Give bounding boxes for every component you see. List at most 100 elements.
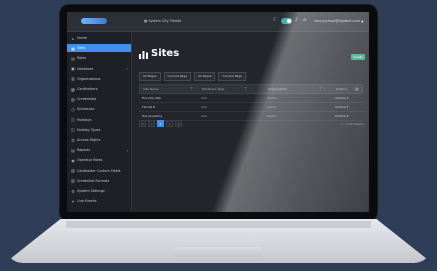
sidebar-item-cardholders[interactable]: ▩ Cardholders [67, 85, 131, 93]
export-tab[interactable]: Current Page [163, 72, 191, 81]
sidebar-item-label: System Settings [77, 189, 105, 193]
sidebar-item-credential-formats[interactable]: ▨ Credential Formats [67, 177, 131, 185]
sidebar-item-label: Cardholders [77, 87, 98, 91]
nav-icon: ▤ [71, 147, 75, 153]
column-site-name[interactable]: Site Name [143, 87, 159, 91]
app-screen: ▦ System City Florida ☾ ♪ ⌂ nancyschool@… [67, 12, 369, 212]
sidebar-item-roles[interactable]: ▤ Roles [67, 54, 131, 62]
sidebar-item-label: Hardware [77, 66, 94, 71]
column-actions: Actions [336, 87, 347, 91]
chevron-icon: ‹ [126, 66, 128, 72]
sidebar-item-holidays[interactable]: ◫ Holidays [67, 116, 131, 124]
site-name-cell: Florida B [142, 105, 156, 109]
nav-icon: ▩ [71, 86, 75, 92]
sidebar-item-sites[interactable]: ▦ Sites [67, 44, 131, 53]
pager-nav-button[interactable]: « [139, 120, 146, 127]
sidebar-item-holiday-types[interactable]: ◫ Holiday Types [67, 126, 131, 134]
nav-icon: ▣ [71, 66, 75, 72]
sidebar-item-label: Cardholder Custom Fields [77, 168, 121, 173]
sidebar-item-hardware[interactable]: ▣ Hardware ‹ [67, 65, 131, 73]
nav-icon: ◉ [71, 157, 75, 163]
sidebar-item-organizations[interactable]: ▥ Organizations [67, 75, 131, 83]
sidebar-item-label: Operator Roles [77, 158, 103, 163]
cart-icon[interactable]: ⌂ [303, 17, 306, 23]
sidebar-item-label: Schedules [77, 107, 95, 112]
sidebar-item-system-settings[interactable]: ⚙ System Settings [67, 187, 131, 195]
sidebar-item-label: Organizations [77, 76, 101, 81]
table-row[interactable]: Florida B ACC Alamo Actions ▾ [139, 103, 363, 112]
bar-chart-icon [139, 51, 148, 59]
sidebar-item-label: Live Events [77, 199, 97, 204]
page-title: Sites [151, 48, 180, 59]
top-bar: ▦ System City Florida ☾ ♪ ⌂ nancyschool@… [67, 12, 369, 32]
trackpad-notch [175, 247, 262, 257]
sidebar-item-label: Credentials [77, 97, 97, 102]
sidebar-item-label: Holidays [77, 117, 92, 122]
filter-icon[interactable]: ⊤ [244, 86, 247, 91]
moon-icon: ☾ [273, 17, 278, 23]
logo [81, 18, 107, 24]
column-organization[interactable]: Organization [268, 87, 287, 91]
grid-icon[interactable]: ▦ [355, 86, 359, 91]
filter-icon[interactable]: ⊤ [190, 86, 193, 91]
nav-icon: ⚿ [71, 137, 75, 143]
sidebar-item-label: Holiday Types [77, 127, 101, 132]
sidebar-item-label: Sites [77, 46, 86, 51]
actions-dropdown[interactable]: Actions ▾ [335, 96, 348, 100]
user-menu[interactable]: nancyschool@digitaut.com ▲ [314, 19, 364, 23]
nav-icon: ✦ [71, 198, 75, 204]
column-hardware-type[interactable]: Hardware Type [202, 87, 224, 91]
sidebar-item-label: Reports [77, 148, 91, 153]
pagination-range: 1 - 3 of 3 items [341, 122, 364, 126]
sidebar-item-credentials[interactable]: ▧ Credentials [67, 95, 131, 103]
nav-icon: ▨ [71, 168, 75, 174]
hardware-type-cell: ACC [201, 114, 208, 118]
sites-table: Site Name ⊤ Hardware Type ⊤ Organization… [139, 84, 363, 121]
nav-icon: ◫ [71, 117, 75, 123]
sidebar-item-access-rights[interactable]: ⚿ Access Rights [67, 136, 131, 144]
table-body: Fire City Site ACC Alamo Actions ▾ Florida B… [139, 94, 363, 121]
export-tab[interactable]: All Pages [193, 72, 216, 81]
organization-cell: Alamo [267, 96, 277, 100]
actions-dropdown[interactable]: Actions ▾ [335, 114, 348, 118]
export-tabs: All Pages Current Page All Pages Current Pa… [139, 72, 246, 81]
export-tab[interactable]: Current Page [218, 72, 246, 81]
nav-icon: ▧ [71, 96, 75, 102]
theme-toggle[interactable] [281, 18, 292, 24]
laptop-hinge [66, 221, 371, 228]
create-button[interactable]: Create [351, 54, 365, 60]
nav-icon: ▦ [71, 45, 75, 51]
sidebar: ⌂ Home ▦ Sites ▤ Roles ▣ Hardware ‹ ▥ Organization… [67, 32, 132, 212]
nav-icon: ▥ [71, 76, 75, 82]
organization-cell: Alamo [267, 105, 277, 109]
pagination: «‹ 1 ›» [139, 120, 182, 127]
hardware-type-cell: ACC [201, 105, 208, 109]
sidebar-item-label: Credential Formats [77, 178, 110, 183]
main-content: Sites Create All Pages Current Page All Pa… [131, 32, 369, 212]
pager-nav-button[interactable]: » [175, 120, 182, 127]
sidebar-item-label: Home [77, 36, 88, 40]
sidebar-item-label: Access Rights [77, 138, 101, 142]
nav-icon: ◷ [71, 106, 75, 112]
sidebar-item-reports[interactable]: ▤ Reports ‹ [67, 146, 131, 154]
table-row[interactable]: Fire City Site ACC Alamo Actions ▾ [139, 94, 363, 103]
sidebar-item-operator-roles[interactable]: ◉ Operator Roles [67, 156, 131, 164]
site-name-cell: Fire Academy [142, 114, 163, 118]
table-header: Site Name ⊤ Hardware Type ⊤ Organization… [139, 84, 363, 94]
filter-icon[interactable]: ⊤ [319, 86, 322, 91]
actions-dropdown[interactable]: Actions ▾ [335, 105, 348, 109]
sidebar-item-live-events[interactable]: ✦ Live Events [67, 197, 131, 205]
nav-icon: ⚙ [71, 188, 75, 194]
nav-icon: ⌂ [71, 35, 75, 41]
pager-nav-button[interactable]: ‹ [148, 120, 155, 127]
bell-icon[interactable]: ♪ [295, 17, 298, 23]
site-breadcrumb[interactable]: ▦ System City Florida [144, 19, 181, 23]
export-tab[interactable]: All Pages [139, 72, 161, 81]
sidebar-item-schedules[interactable]: ◷ Schedules [67, 105, 131, 113]
page-1-button[interactable]: 1 [157, 120, 164, 127]
sidebar-item-home[interactable]: ⌂ Home [67, 34, 131, 42]
hardware-type-cell: ACC [201, 96, 208, 100]
pager-nav-button[interactable]: › [166, 120, 173, 127]
sidebar-item-cardholder-custom-fields[interactable]: ▨ Cardholder Custom Fields [67, 167, 131, 175]
sidebar-item-label: Roles [77, 56, 87, 61]
